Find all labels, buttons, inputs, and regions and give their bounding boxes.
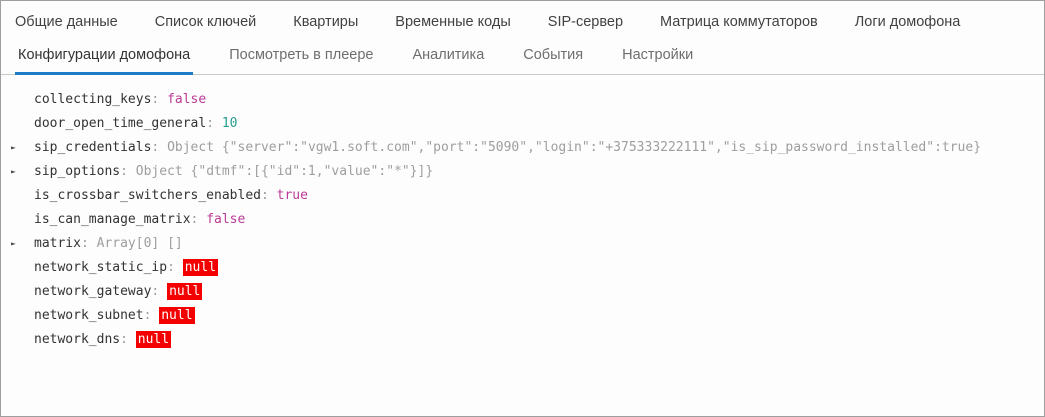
key-colon: : <box>151 140 167 155</box>
config-row: network_subnet: null <box>1 304 1044 328</box>
config-row: network_dns: null <box>1 328 1044 352</box>
expand-arrow-icon[interactable]: ► <box>11 160 16 184</box>
primary-tab-6[interactable]: Матрица коммутаторов <box>660 14 818 30</box>
config-key: sip_options <box>34 164 120 179</box>
config-row: collecting_keys: false <box>1 88 1044 112</box>
key-colon: : <box>261 188 277 203</box>
intercom-admin-window: Общие данные Список ключей Квартиры Временн… <box>0 0 1045 417</box>
config-key: network_dns <box>34 332 120 347</box>
key-colon: : <box>206 116 222 131</box>
key-colon: : <box>151 92 167 107</box>
key-colon: : <box>120 164 136 179</box>
config-row: door_open_time_general: 10 <box>1 112 1044 136</box>
config-key: network_static_ip <box>34 260 167 275</box>
config-value: true <box>277 188 308 203</box>
secondary-tab-4[interactable]: События <box>520 43 586 75</box>
config-key: collecting_keys <box>34 92 151 107</box>
secondary-tab-1[interactable]: Конфигурации домофона <box>15 43 193 75</box>
config-key: sip_credentials <box>34 140 151 155</box>
config-key: is_can_manage_matrix <box>34 212 191 227</box>
config-key: network_gateway <box>34 284 151 299</box>
config-value: null <box>183 259 218 276</box>
config-value: false <box>206 212 245 227</box>
key-colon: : <box>191 212 207 227</box>
secondary-tab-5[interactable]: Настройки <box>619 43 696 75</box>
secondary-tab-2[interactable]: Посмотреть в плеере <box>226 43 376 75</box>
primary-tab-3[interactable]: Квартиры <box>293 14 358 30</box>
config-key: matrix <box>34 236 81 251</box>
config-tree: collecting_keys: falsedoor_open_time_gen… <box>1 75 1044 352</box>
config-value-preview: Object {"dtmf":[{"id":1,"value":"*"}]} <box>136 164 433 179</box>
config-value: null <box>167 283 202 300</box>
primary-tab-2[interactable]: Список ключей <box>155 14 257 30</box>
secondary-tab-bar: Конфигурации домофона Посмотреть в плеере… <box>1 39 1044 75</box>
primary-tab-7[interactable]: Логи домофона <box>855 14 961 30</box>
config-key: door_open_time_general <box>34 116 206 131</box>
key-colon: : <box>151 284 167 299</box>
config-value: 10 <box>222 116 238 131</box>
primary-tab-5[interactable]: SIP-сервер <box>548 14 623 30</box>
config-row: is_crossbar_switchers_enabled: true <box>1 184 1044 208</box>
config-key: is_crossbar_switchers_enabled <box>34 188 261 203</box>
config-row: is_can_manage_matrix: false <box>1 208 1044 232</box>
expand-arrow-icon[interactable]: ► <box>11 136 16 160</box>
primary-tab-4[interactable]: Временные коды <box>395 14 511 30</box>
config-value: null <box>136 331 171 348</box>
config-value-preview: Array[0] [] <box>97 236 183 251</box>
config-value: null <box>159 307 194 324</box>
key-colon: : <box>144 308 160 323</box>
primary-tab-bar: Общие данные Список ключей Квартиры Временн… <box>1 1 1044 39</box>
secondary-tab-3[interactable]: Аналитика <box>409 43 487 75</box>
key-colon: : <box>167 260 183 275</box>
key-colon: : <box>120 332 136 347</box>
config-key: network_subnet <box>34 308 144 323</box>
config-value: false <box>167 92 206 107</box>
expand-arrow-icon[interactable]: ► <box>11 232 16 256</box>
config-row: network_static_ip: null <box>1 256 1044 280</box>
config-row[interactable]: ► sip_credentials: Object {"server":"vgw1… <box>1 136 1044 160</box>
key-colon: : <box>81 236 97 251</box>
config-row[interactable]: ► matrix: Array[0] [] <box>1 232 1044 256</box>
config-value-preview: Object {"server":"vgw1.soft.com","port":… <box>167 140 981 155</box>
config-row: network_gateway: null <box>1 280 1044 304</box>
config-row[interactable]: ► sip_options: Object {"dtmf":[{"id":1,"v… <box>1 160 1044 184</box>
primary-tab-1[interactable]: Общие данные <box>15 14 118 30</box>
